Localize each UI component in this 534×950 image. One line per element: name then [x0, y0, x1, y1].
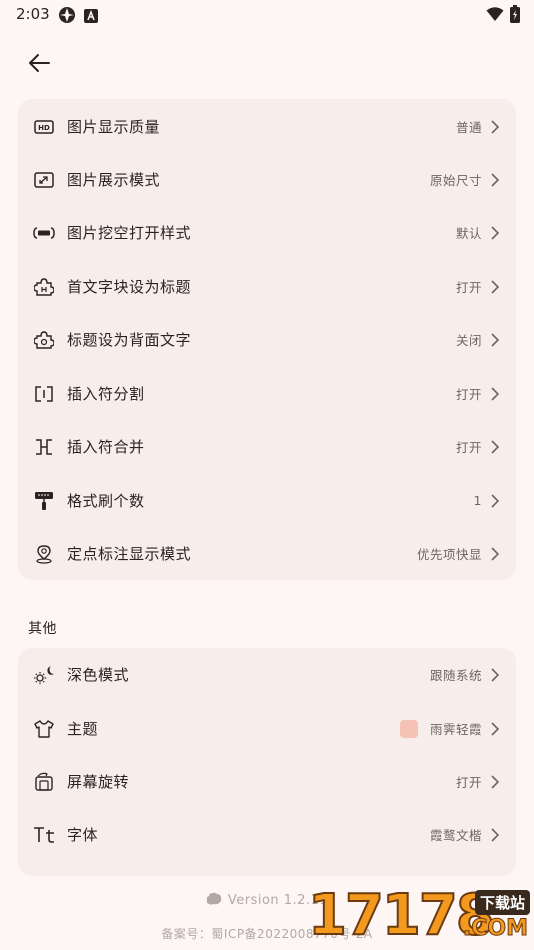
- setting-caret-split[interactable]: 插入符分割 打开: [18, 367, 516, 420]
- shirt-icon: [33, 718, 55, 740]
- sun-moon-icon: [33, 664, 55, 686]
- setting-value: 雨霁轻霞: [429, 722, 482, 737]
- section-title-other: 其他: [28, 621, 57, 637]
- watermark-logo: 17178 下载站 .COM: [307, 884, 534, 950]
- svg-text:HD: HD: [38, 124, 50, 132]
- hd-icon: HD: [33, 116, 55, 138]
- setting-dark-mode[interactable]: 深色模式 跟随系统: [18, 648, 516, 701]
- setting-value: 打开: [455, 280, 482, 295]
- chevron-right-icon: [491, 332, 500, 347]
- setting-label: 插入符分割: [67, 385, 145, 403]
- setting-value: 普通: [455, 120, 482, 135]
- setting-pin-annotation-mode[interactable]: 定点标注显示模式 优先项快显: [18, 527, 516, 580]
- setting-value: 优先项快显: [416, 547, 482, 562]
- wifi-icon: [486, 6, 504, 26]
- merge-icon: [33, 436, 55, 458]
- settings-card-other: 深色模式 跟随系统 主题 雨霁轻霞 屏幕旋转 打开 字体 霞鹜文楷: [18, 648, 516, 876]
- keyboard-a-icon: [84, 8, 98, 27]
- setting-label: 格式刷个数: [67, 492, 145, 510]
- chevron-right-icon: [491, 386, 500, 401]
- chevron-right-icon: [491, 172, 500, 187]
- split-icon: [33, 383, 55, 405]
- chevron-right-icon: [491, 119, 500, 134]
- puzzle-icon: [33, 276, 55, 298]
- brain-icon: [206, 892, 222, 905]
- status-time: 2:03: [16, 5, 50, 23]
- setting-label: 标题设为背面文字: [67, 331, 192, 349]
- setting-screen-rotation[interactable]: 屏幕旋转 打开: [18, 755, 516, 808]
- chevron-right-icon: [491, 439, 500, 454]
- rotate-icon: [33, 771, 55, 793]
- arrow-left-icon: [29, 54, 50, 72]
- setting-label: 插入符合并: [67, 438, 145, 456]
- paint-roller-icon: [33, 490, 55, 512]
- setting-value: 打开: [455, 387, 482, 402]
- watermark-badge: 下载站: [474, 890, 530, 915]
- theme-color-swatch: [400, 719, 418, 738]
- setting-value: 跟随系统: [429, 668, 482, 683]
- setting-theme[interactable]: 主题 雨霁轻霞: [18, 702, 516, 755]
- setting-image-display-mode[interactable]: 图片展示模式 原始尺寸: [18, 153, 516, 206]
- pin-icon: [33, 543, 55, 565]
- bar-icon: [33, 222, 55, 244]
- chevron-right-icon: [491, 279, 500, 294]
- setting-image-quality[interactable]: HD 图片显示质量 普通: [18, 100, 516, 153]
- chevron-right-icon: [491, 774, 500, 789]
- battery-icon: [510, 5, 520, 27]
- setting-label: 图片挖空打开样式: [67, 224, 192, 242]
- setting-label: 首文字块设为标题: [67, 278, 192, 296]
- setting-title-as-back-text[interactable]: 标题设为背面文字 关闭: [18, 313, 516, 366]
- setting-value: 原始尺寸: [429, 173, 482, 188]
- setting-value: 打开: [455, 775, 482, 790]
- setting-caret-merge[interactable]: 插入符合并 打开: [18, 420, 516, 473]
- setting-format-brush-count[interactable]: 格式刷个数 1: [18, 474, 516, 527]
- chevron-right-icon: [491, 667, 500, 682]
- chevron-right-icon: [491, 225, 500, 240]
- setting-label: 定点标注显示模式: [67, 545, 192, 563]
- setting-value: 霞鹜文楷: [429, 828, 482, 843]
- expand-icon: [33, 169, 55, 191]
- status-bar: 2:03: [0, 0, 534, 30]
- setting-label: 图片显示质量: [67, 118, 161, 136]
- setting-value: 默认: [455, 226, 482, 241]
- setting-label: 图片展示模式: [67, 171, 161, 189]
- chevron-right-icon: [491, 546, 500, 561]
- setting-label: 屏幕旋转: [67, 773, 130, 791]
- back-button[interactable]: [22, 48, 56, 78]
- settings-card-display: HD 图片显示质量 普通 图片展示模式 原始尺寸 图片挖空打开样式 默认 首文字…: [18, 99, 516, 580]
- setting-cloze-open-style[interactable]: 图片挖空打开样式 默认: [18, 206, 516, 259]
- puzzle-gear-icon: [33, 329, 55, 351]
- setting-first-block-as-title[interactable]: 首文字块设为标题 打开: [18, 260, 516, 313]
- setting-label: 深色模式: [67, 666, 130, 684]
- chevron-right-icon: [491, 493, 500, 508]
- setting-label: 主题: [67, 720, 99, 738]
- setting-value: 关闭: [455, 333, 482, 348]
- setting-value: 1: [473, 493, 482, 508]
- watermark-domain: .COM: [462, 916, 528, 942]
- setting-label: 字体: [67, 826, 99, 844]
- setting-font[interactable]: 字体 霞鹜文楷: [18, 808, 516, 861]
- app-notification-icon: [58, 6, 76, 28]
- chevron-right-icon: [491, 721, 500, 736]
- setting-value: 打开: [455, 440, 482, 455]
- font-icon: [33, 824, 55, 846]
- chevron-right-icon: [491, 827, 500, 842]
